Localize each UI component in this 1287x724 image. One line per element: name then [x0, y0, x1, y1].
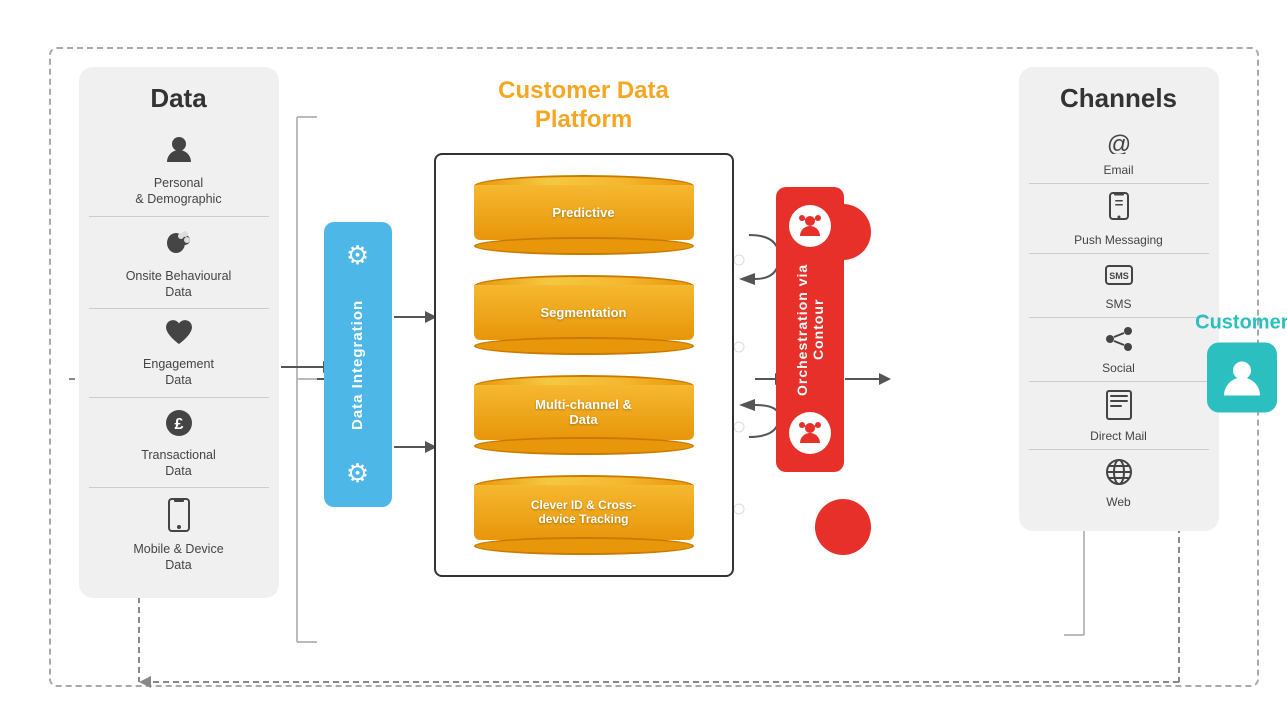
integration-label: Data Integration — [349, 271, 366, 458]
directmail-icon — [1106, 390, 1132, 427]
drum-predictive-label: Predictive — [552, 205, 614, 220]
channels-panel: Channels @ Email Push Messaging SMS SMS — [1019, 67, 1219, 531]
svg-text:£: £ — [174, 416, 183, 433]
channel-directmail: Direct Mail — [1029, 382, 1209, 450]
drum-segmentation: Segmentation — [469, 275, 699, 347]
gear-top-icon: ⚙ — [346, 240, 369, 271]
data-panel: Data Personal& Demographic Onsite Behavi… — [79, 67, 279, 598]
channel-sms: SMS SMS — [1029, 254, 1209, 318]
cdp-title: Customer DataPlatform — [434, 77, 734, 135]
data-label-engagement: EngagementData — [143, 356, 214, 389]
customer-avatar — [1207, 343, 1277, 413]
person-icon — [163, 134, 195, 171]
cdp-drums-container: Predictive Segmentation Multi-channel &D… — [434, 153, 734, 577]
channel-social-label: Social — [1102, 361, 1135, 375]
data-label-transactional: TransactionalData — [141, 447, 216, 480]
orch-bottom-icon — [789, 412, 831, 454]
channel-push: Push Messaging — [1029, 184, 1209, 254]
customer-section: Customer — [1195, 312, 1287, 413]
data-item-engagement: EngagementData — [89, 309, 269, 398]
push-icon — [1109, 192, 1129, 231]
data-panel-title: Data — [150, 83, 206, 114]
data-integration-box: ⚙ Data Integration ⚙ — [324, 222, 392, 507]
data-item-mobile: Mobile & DeviceData — [89, 488, 269, 582]
drum-segmentation-label: Segmentation — [541, 305, 627, 320]
diagram: Data Personal& Demographic Onsite Behavi… — [19, 17, 1269, 707]
data-label-personal: Personal& Demographic — [135, 175, 221, 208]
brain-cog-icon — [163, 227, 195, 264]
drum-multichannel-label: Multi-channel &Data — [535, 397, 632, 427]
channel-email-label: Email — [1103, 163, 1133, 177]
channel-directmail-label: Direct Mail — [1090, 429, 1147, 443]
channels-panel-title: Channels — [1060, 83, 1177, 114]
data-item-onsite: Onsite BehaviouralData — [89, 217, 269, 310]
channel-sms-label: SMS — [1105, 297, 1131, 311]
data-label-onsite: Onsite BehaviouralData — [126, 268, 232, 301]
pound-icon: £ — [164, 408, 194, 443]
data-item-transactional: £ TransactionalData — [89, 398, 269, 489]
mobile-icon — [168, 498, 190, 537]
channel-email: @ Email — [1029, 124, 1209, 184]
drum-cleverid-label: Clever ID & Cross-device Tracking — [531, 498, 636, 526]
orchestration-box: Orchestration via Contour — [776, 187, 844, 472]
drum-cleverid: Clever ID & Cross-device Tracking — [469, 475, 699, 547]
data-label-mobile: Mobile & DeviceData — [133, 541, 223, 574]
channel-push-label: Push Messaging — [1074, 233, 1163, 247]
sms-icon: SMS — [1105, 262, 1133, 295]
channel-social: Social — [1029, 318, 1209, 382]
web-icon — [1105, 458, 1133, 493]
channel-web-label: Web — [1106, 495, 1130, 509]
cdp-box: Customer DataPlatform Predictive Segment… — [424, 67, 744, 587]
channel-web: Web — [1029, 450, 1209, 515]
customer-label: Customer — [1195, 312, 1287, 335]
email-icon: @ — [1105, 132, 1133, 161]
social-icon — [1104, 326, 1134, 359]
gear-bottom-icon: ⚙ — [346, 458, 369, 489]
drum-multichannel: Multi-channel &Data — [469, 375, 699, 447]
heart-icon — [164, 319, 194, 352]
orchestration-label: Orchestration via Contour — [794, 247, 826, 412]
data-item-personal: Personal& Demographic — [89, 124, 269, 217]
svg-text:SMS: SMS — [1109, 271, 1129, 281]
svg-text:@: @ — [1106, 132, 1130, 154]
drum-predictive: Predictive — [469, 175, 699, 247]
orch-top-icon — [789, 205, 831, 247]
